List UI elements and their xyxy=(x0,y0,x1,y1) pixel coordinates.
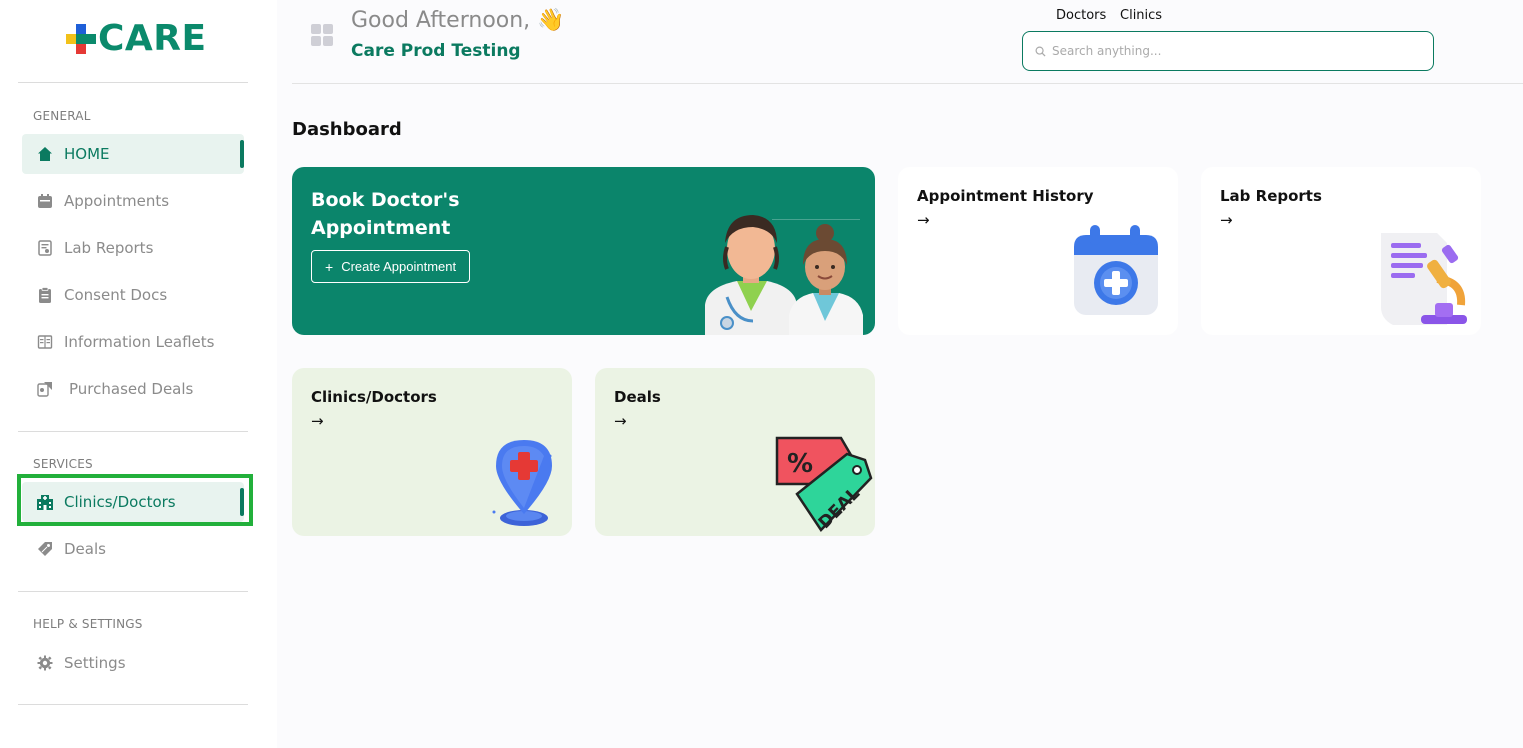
sidebar-item-label: HOME xyxy=(64,145,110,163)
create-appointment-button[interactable]: + Create Appointment xyxy=(311,250,471,283)
arrow-right-icon[interactable]: → xyxy=(614,412,627,430)
deal-tag-icon: % DEAL xyxy=(775,436,873,533)
search-icon xyxy=(1035,42,1046,61)
leaflet-icon xyxy=(36,333,54,351)
clipboard-icon xyxy=(36,286,54,304)
medical-cross-icon xyxy=(66,23,96,54)
book-card-title: Book Doctor's Appointment xyxy=(311,189,460,239)
header-link-clinics[interactable]: Clinics xyxy=(1120,8,1162,23)
sidebar-item-label: Lab Reports xyxy=(64,239,154,257)
sidebar-item-deals[interactable]: Deals xyxy=(22,529,244,569)
sidebar: CARE GENERAL HOME Appointments Lab Repor… xyxy=(0,0,277,748)
sidebar-item-label: Consent Docs xyxy=(64,286,168,304)
location-pin-icon xyxy=(492,440,552,526)
appointment-history-card[interactable]: Appointment History → xyxy=(898,167,1178,335)
sidebar-divider xyxy=(18,591,248,592)
apps-grid-icon[interactable] xyxy=(311,24,333,46)
svg-text:%: % xyxy=(787,449,813,479)
sidebar-item-label: Deals xyxy=(64,540,106,558)
calendar-plus-icon xyxy=(1074,225,1158,315)
sidebar-item-settings[interactable]: Settings xyxy=(22,643,244,683)
sidebar-divider xyxy=(18,431,248,432)
sidebar-item-home[interactable]: HOME xyxy=(22,134,244,174)
sidebar-item-purchased-deals[interactable]: Purchased Deals xyxy=(22,369,244,409)
card-title: Lab Reports xyxy=(1220,187,1322,205)
sidebar-item-information-leaflets[interactable]: Information Leaflets xyxy=(22,322,244,362)
arrow-right-icon[interactable]: → xyxy=(1220,211,1233,229)
arrow-right-icon[interactable]: → xyxy=(311,412,324,430)
clinics-doctors-card[interactable]: Clinics/Doctors → xyxy=(292,368,572,536)
active-indicator xyxy=(240,140,244,168)
card-title: Appointment History xyxy=(917,187,1094,205)
brand-logo[interactable]: CARE xyxy=(66,18,207,59)
purchased-deals-icon xyxy=(36,380,54,398)
sidebar-item-label: Settings xyxy=(64,654,126,672)
sidebar-divider xyxy=(18,82,248,83)
greeting-text: Good Afternoon, 👋 xyxy=(351,8,565,33)
book-appointment-card: Book Doctor's Appointment + Create Appoi… xyxy=(292,167,875,335)
org-name: Care Prod Testing xyxy=(351,41,521,61)
deals-card[interactable]: Deals → % DEAL xyxy=(595,368,875,536)
selection-highlight xyxy=(17,474,253,526)
arrow-right-icon[interactable]: → xyxy=(917,211,930,229)
section-label-help-settings: HELP & SETTINGS xyxy=(33,617,143,631)
tag-icon xyxy=(36,540,54,558)
page-title: Dashboard xyxy=(292,119,402,140)
header-link-doctors[interactable]: Doctors xyxy=(1056,8,1106,23)
brand-name: CARE xyxy=(98,18,207,59)
sidebar-item-consent-docs[interactable]: Consent Docs xyxy=(22,275,244,315)
header-divider xyxy=(292,83,1523,84)
search-input[interactable] xyxy=(1052,44,1422,58)
card-title: Clinics/Doctors xyxy=(311,388,437,406)
sidebar-item-label: Information Leaflets xyxy=(64,333,215,351)
gear-icon xyxy=(36,654,54,672)
calendar-icon xyxy=(36,192,54,210)
create-appointment-label: Create Appointment xyxy=(341,259,457,274)
search-box[interactable] xyxy=(1022,31,1434,71)
plus-icon: + xyxy=(325,258,334,275)
lab-report-icon xyxy=(36,239,54,257)
sidebar-divider xyxy=(18,704,248,705)
card-title: Deals xyxy=(614,388,661,406)
section-label-general: GENERAL xyxy=(33,109,91,123)
lab-reports-card[interactable]: Lab Reports → xyxy=(1201,167,1481,335)
microscope-report-icon xyxy=(1381,233,1467,325)
sidebar-item-lab-reports[interactable]: Lab Reports xyxy=(22,228,244,268)
sidebar-item-appointments[interactable]: Appointments xyxy=(22,181,244,221)
doctors-illustration xyxy=(705,215,863,335)
section-label-services: SERVICES xyxy=(33,457,93,471)
sidebar-item-label: Appointments xyxy=(64,192,170,210)
home-icon xyxy=(36,145,54,163)
sidebar-item-label: Purchased Deals xyxy=(69,380,194,398)
